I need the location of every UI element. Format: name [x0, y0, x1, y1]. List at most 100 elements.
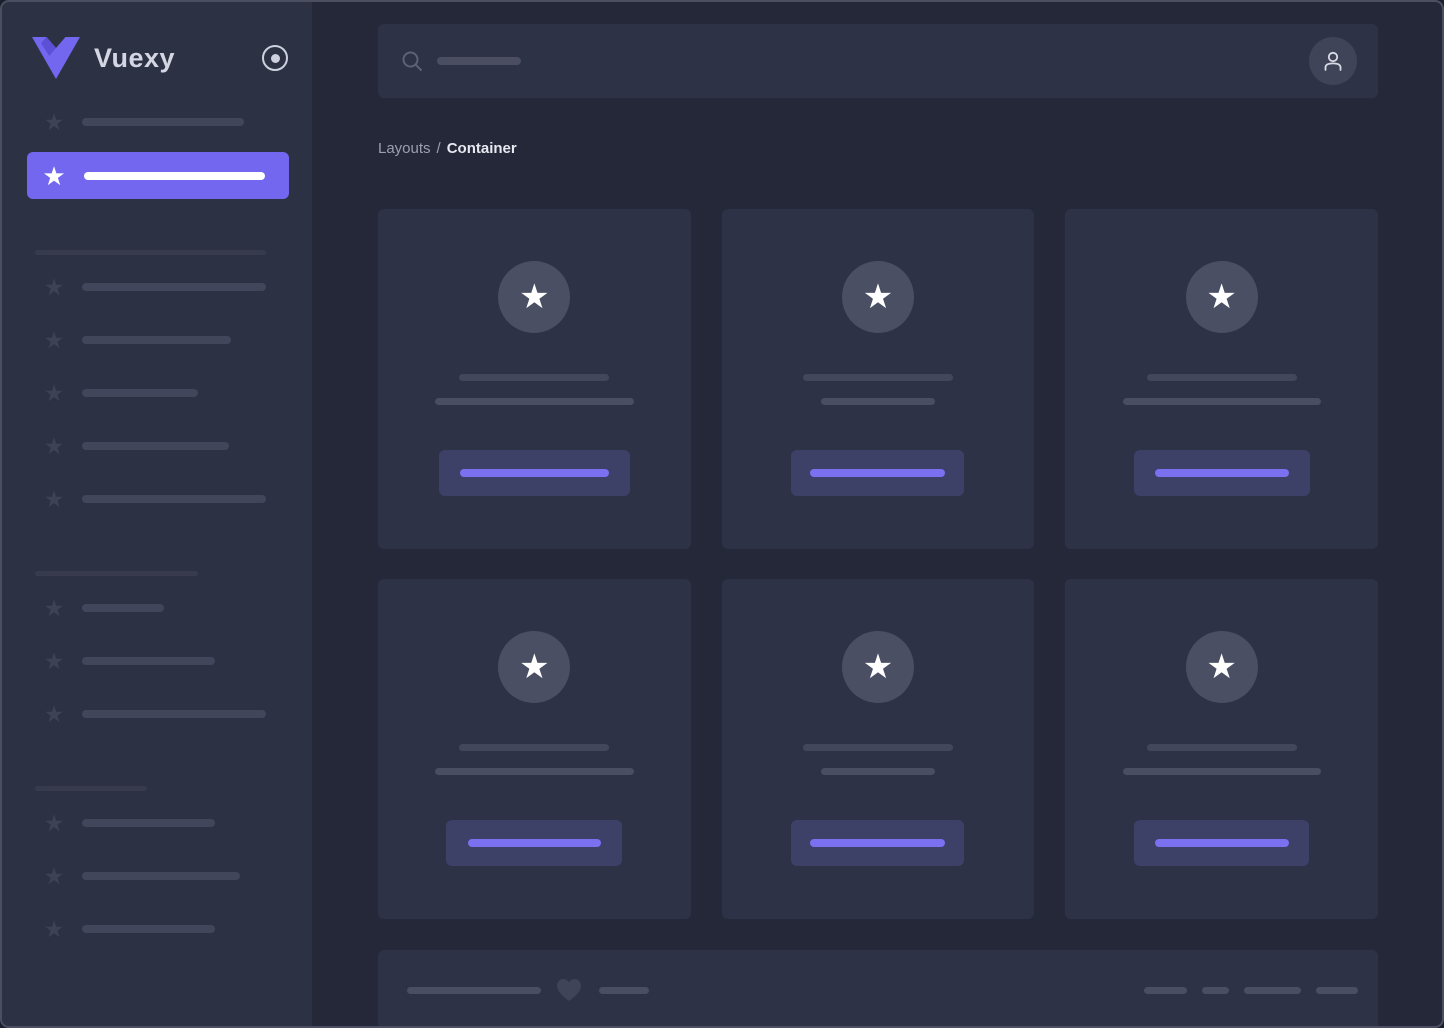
star-icon: ★ — [43, 810, 65, 836]
star-icon: ★ — [43, 433, 65, 459]
button-label-bar — [810, 469, 946, 477]
heart-icon — [556, 978, 582, 1002]
card-text-bar — [434, 768, 634, 775]
user-icon — [1324, 51, 1342, 71]
nav-item-label-bar — [82, 925, 215, 933]
content-card: ★ — [1065, 209, 1378, 549]
star-icon: ★ — [43, 109, 65, 135]
search-bar[interactable] — [378, 24, 1378, 98]
nav-item-label-bar — [82, 389, 198, 397]
card-text-bar — [1122, 398, 1321, 405]
star-icon: ★ — [1206, 648, 1237, 686]
card-text-bar — [459, 374, 610, 381]
app-window: Vuexy ★ ★ ★ ★ ★ ★ ★ ★ ★ ★ ★ ★ ★ Layouts / Container — [0, 0, 1444, 1028]
nav-item-label-bar — [82, 872, 240, 880]
sidebar-item[interactable]: ★ — [2, 110, 312, 134]
star-icon: ★ — [519, 278, 550, 316]
footer-links — [1144, 986, 1358, 994]
card-action-button[interactable] — [791, 820, 965, 866]
card-grid: ★ ★ ★ ★ ★ ★ — [378, 209, 1378, 919]
star-icon: ★ — [862, 648, 894, 686]
nav-item-label-bar — [82, 657, 215, 665]
content-card: ★ — [378, 579, 691, 919]
nav-item-label-bar — [82, 442, 229, 450]
breadcrumb: Layouts / Container — [378, 139, 1378, 157]
star-icon: ★ — [862, 278, 894, 316]
nav-item-label-bar — [82, 710, 266, 718]
sidebar-nav: ★ ★ ★ ★ ★ ★ ★ ★ ★ ★ ★ ★ ★ — [2, 80, 312, 941]
nav-item-label-bar — [82, 819, 215, 827]
star-icon: ★ — [43, 863, 65, 889]
card-action-button[interactable] — [791, 450, 965, 496]
content-card: ★ — [721, 209, 1035, 549]
button-label-bar — [467, 839, 601, 847]
sidebar-item[interactable]: ★ — [2, 811, 312, 835]
card-action-button[interactable] — [1134, 820, 1310, 866]
user-avatar[interactable] — [1309, 37, 1357, 85]
sidebar-item[interactable]: ★ — [2, 917, 312, 941]
footer-text-bar — [407, 986, 541, 994]
sidebar-item[interactable]: ★ — [2, 596, 312, 620]
content-card: ★ — [721, 579, 1035, 919]
content-card: ★ — [378, 209, 691, 549]
sidebar-item[interactable]: ★ — [2, 702, 312, 726]
footer-link-bar — [1316, 986, 1358, 994]
breadcrumb-separator: / — [436, 139, 441, 157]
card-text-bar — [820, 398, 935, 405]
card-avatar-circle: ★ — [841, 261, 914, 333]
card-action-button[interactable] — [1133, 450, 1310, 496]
search-placeholder-bar — [437, 57, 521, 65]
card-action-button[interactable] — [438, 450, 630, 496]
button-label-bar — [1154, 469, 1289, 477]
star-icon: ★ — [43, 380, 65, 406]
breadcrumb-current-page: Container — [446, 139, 517, 157]
button-label-bar — [459, 469, 609, 477]
brand-title: Vuexy — [94, 42, 176, 73]
breadcrumb-link-layouts[interactable]: Layouts — [378, 140, 431, 157]
nav-item-label-bar — [82, 283, 266, 291]
sidebar-item[interactable]: ★ — [2, 434, 312, 458]
sidebar-item[interactable]: ★ — [2, 864, 312, 888]
card-avatar-circle: ★ — [1185, 631, 1258, 703]
button-label-bar — [810, 839, 946, 847]
star-icon: ★ — [43, 274, 65, 300]
nav-item-label-bar — [82, 604, 164, 612]
radio-circle-icon[interactable] — [262, 45, 288, 71]
card-action-button[interactable] — [446, 820, 623, 866]
sidebar-item-active[interactable]: ★ — [27, 152, 289, 199]
footer-link-bar — [1244, 986, 1301, 994]
card-avatar-circle: ★ — [498, 631, 571, 703]
nav-section-header-bar — [35, 571, 198, 576]
card-avatar-circle: ★ — [1185, 261, 1258, 333]
star-icon: ★ — [43, 595, 65, 621]
star-icon: ★ — [1206, 278, 1237, 316]
card-text-bar — [820, 768, 935, 775]
sidebar-item[interactable]: ★ — [2, 649, 312, 673]
card-text-bar — [434, 398, 634, 405]
content-card: ★ — [1065, 579, 1378, 919]
nav-item-label-bar — [82, 336, 231, 344]
star-icon: ★ — [43, 486, 65, 512]
footer-link-bar — [1144, 986, 1187, 994]
card-text-bar — [1122, 768, 1321, 775]
sidebar-item[interactable]: ★ — [2, 275, 312, 299]
card-text-bar — [459, 744, 610, 751]
star-icon: ★ — [43, 648, 65, 674]
footer-text-bar — [599, 986, 649, 994]
nav-item-label-bar — [82, 118, 244, 126]
sidebar-item[interactable]: ★ — [2, 328, 312, 352]
star-icon: ★ — [43, 916, 65, 942]
card-text-bar — [802, 374, 953, 381]
sidebar-header: Vuexy — [2, 36, 312, 80]
star-icon: ★ — [43, 701, 65, 727]
nav-item-label-bar — [82, 495, 266, 503]
card-avatar-circle: ★ — [498, 261, 571, 333]
star-icon: ★ — [42, 160, 66, 191]
sidebar-item[interactable]: ★ — [2, 381, 312, 405]
sidebar-item[interactable]: ★ — [2, 487, 312, 511]
button-label-bar — [1154, 839, 1289, 847]
card-avatar-circle: ★ — [841, 631, 914, 703]
search-icon — [402, 51, 422, 71]
card-text-bar — [802, 744, 953, 751]
footer-link-bar — [1202, 986, 1229, 994]
